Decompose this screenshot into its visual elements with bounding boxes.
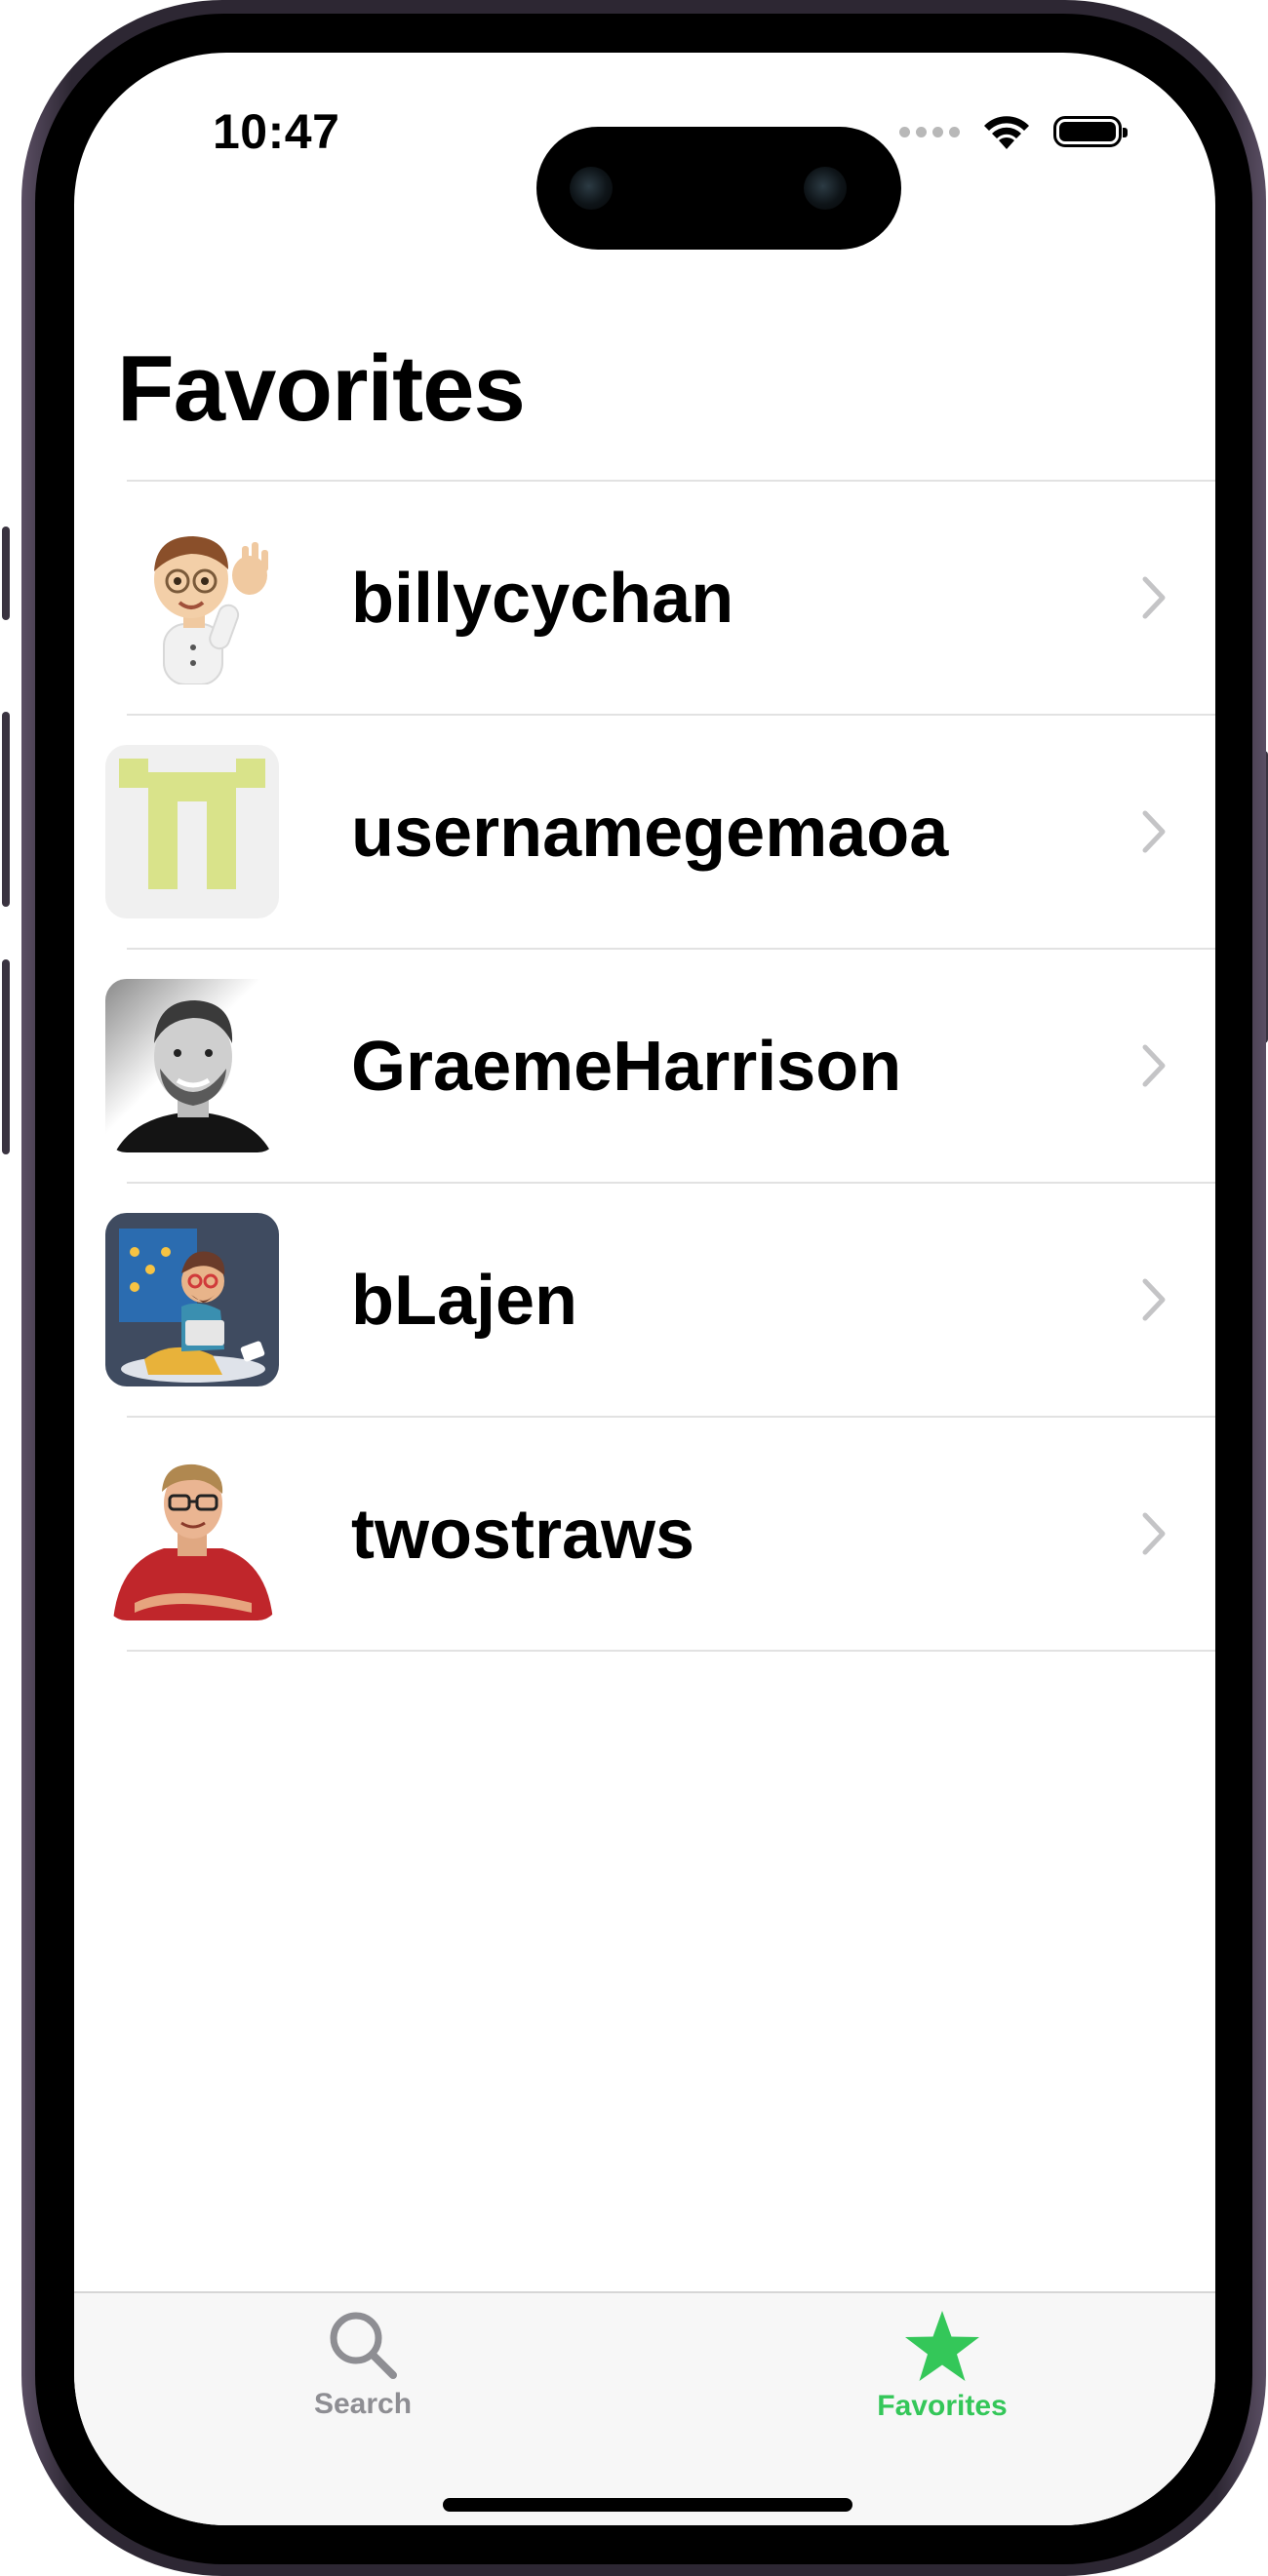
home-indicator[interactable]	[443, 2498, 852, 2512]
volume-down-button	[2, 959, 10, 1154]
status-icons	[899, 107, 1128, 156]
camera-icon	[804, 167, 847, 210]
chevron-right-icon	[1142, 810, 1166, 853]
list-item[interactable]: billycychan	[74, 482, 1215, 714]
favorites-list: billycychan usernamegemaoa GraemeHarriso…	[74, 480, 1215, 1652]
tab-search[interactable]: Search	[236, 2309, 490, 2421]
identicon-avatar	[105, 745, 279, 918]
username-label: twostraws	[351, 1496, 695, 1574]
battery-icon	[1053, 116, 1128, 147]
memoji-avatar	[105, 511, 279, 684]
chevron-right-icon	[1142, 576, 1166, 619]
tab-favorites[interactable]: Favorites	[815, 2309, 1069, 2423]
star-icon	[905, 2311, 979, 2381]
magnifying-glass-icon	[330, 2312, 397, 2379]
list-item[interactable]: twostraws	[74, 1418, 1215, 1650]
username-label: billycychan	[351, 560, 734, 638]
photo-avatar	[105, 979, 279, 1152]
chevron-right-icon	[1142, 1044, 1166, 1087]
status-time: 10:47	[213, 104, 340, 159]
chevron-right-icon	[1142, 1278, 1166, 1321]
list-item[interactable]: usernamegemaoa	[74, 716, 1215, 948]
cellular-signal-icon	[899, 126, 960, 137]
chevron-right-icon	[1142, 1512, 1166, 1555]
list-item[interactable]: GraemeHarrison	[74, 950, 1215, 1182]
wifi-icon	[984, 116, 1029, 149]
screen: 10:47 Favorites billycychan usernamegema…	[74, 53, 1215, 2525]
cartoon-avatar	[105, 1213, 279, 1386]
action-button	[2, 527, 10, 620]
username-label: GraemeHarrison	[351, 1028, 902, 1106]
tab-bar: Search Favorites	[74, 2291, 1215, 2525]
photo-avatar	[105, 1447, 279, 1620]
tab-label: Search	[313, 2388, 413, 2420]
username-label: usernamegemaoa	[351, 794, 949, 872]
dynamic-island	[536, 127, 901, 250]
divider	[127, 1650, 1215, 1652]
username-label: bLajen	[351, 1262, 578, 1340]
page-title: Favorites	[117, 336, 526, 441]
tab-label: Favorites	[877, 2390, 1008, 2422]
volume-up-button	[2, 712, 10, 907]
sensor-icon	[570, 167, 613, 210]
list-item[interactable]: bLajen	[74, 1184, 1215, 1416]
